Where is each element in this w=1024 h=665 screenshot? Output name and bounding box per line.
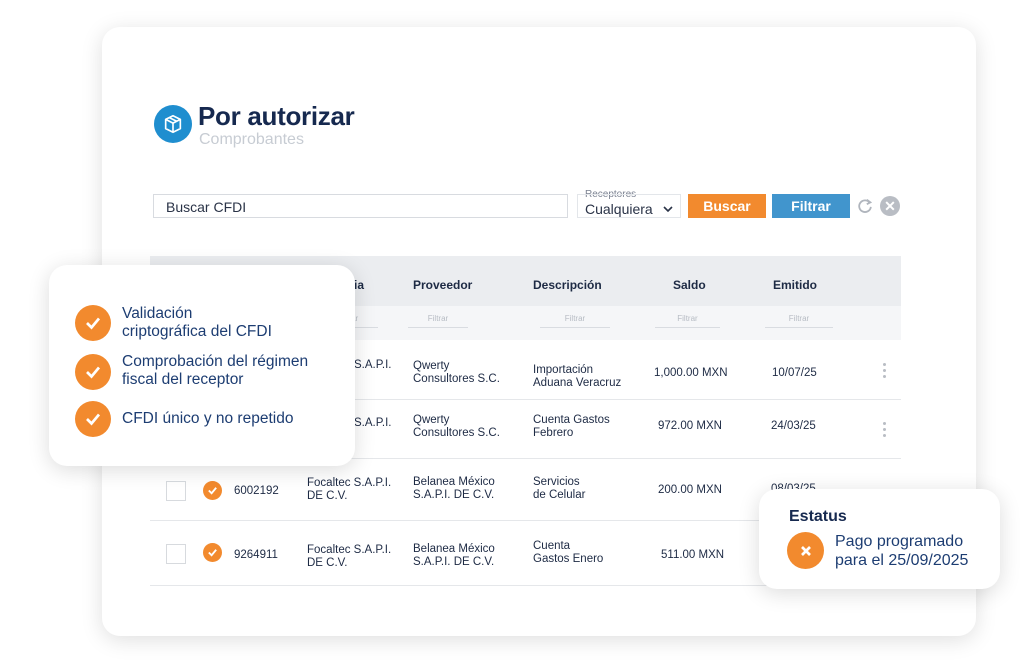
refresh-icon[interactable]: [856, 197, 874, 215]
row-descripcion: Importación Aduana Veracruz: [533, 364, 622, 389]
more-options-icon[interactable]: [883, 422, 887, 440]
check-icon: [75, 401, 111, 437]
validation-item: Comprobación del régimen fiscal del recep…: [122, 353, 309, 388]
column-header-descripcion[interactable]: Descripción: [533, 278, 602, 292]
row-checkbox[interactable]: [166, 544, 186, 564]
filtrar-button[interactable]: Filtrar: [772, 194, 850, 218]
column-header-saldo[interactable]: Saldo: [673, 278, 706, 292]
row-emitido: 24/03/25: [771, 420, 816, 432]
row-saldo: 972.00 MXN: [658, 420, 722, 432]
clear-icon[interactable]: ✕: [880, 196, 900, 216]
row-emisor: Focaltec S.A.P.I. DE C.V.: [307, 477, 392, 502]
status-text: Pago programado para el 25/09/2025: [835, 533, 969, 569]
row-emitido: 10/07/25: [772, 367, 817, 379]
page-title: Por autorizar: [198, 101, 355, 131]
chevron-down-icon: [663, 206, 673, 213]
validation-item: CFDI único y no repetido: [122, 410, 294, 427]
row-proveedor: Belanea México S.A.P.I. DE C.V.: [413, 476, 495, 501]
row-proveedor: Qwerty Consultores S.C.: [413, 414, 500, 439]
row-checkbox[interactable]: [166, 481, 186, 501]
check-icon: [203, 543, 222, 562]
row-emisor: S.A.P.I.: [354, 417, 392, 429]
row-emisor: Focaltec S.A.P.I. DE C.V.: [307, 544, 392, 569]
receptores-select[interactable]: Cualquiera: [577, 194, 681, 218]
row-descripcion: Cuenta Gastos Febrero: [533, 414, 610, 439]
filter-input[interactable]: Filtrar: [408, 314, 468, 328]
row-descripcion: Servicios de Celular: [533, 476, 586, 501]
row-saldo: 1,000.00 MXN: [654, 367, 728, 379]
row-proveedor: Qwerty Consultores S.C.: [413, 360, 500, 385]
filter-input[interactable]: Filtrar: [655, 314, 720, 328]
row-saldo: 200.00 MXN: [658, 484, 722, 496]
more-options-icon[interactable]: [883, 363, 887, 381]
check-icon: [203, 481, 222, 500]
box-icon: [154, 105, 192, 143]
row-id: 6002192: [234, 485, 279, 497]
buscar-button[interactable]: Buscar: [688, 194, 766, 218]
check-icon: [75, 305, 111, 341]
status-title: Estatus: [789, 508, 847, 525]
filter-input[interactable]: Filtrar: [540, 314, 610, 328]
row-saldo: 511.00 MXN: [661, 549, 725, 561]
column-header-proveedor[interactable]: Proveedor: [413, 278, 472, 292]
search-input[interactable]: Buscar CFDI: [153, 194, 568, 218]
row-id: 9264911: [234, 549, 278, 561]
row-proveedor: Belanea México S.A.P.I. DE C.V.: [413, 543, 495, 568]
filter-input[interactable]: Filtrar: [765, 314, 833, 328]
column-header-emisor[interactable]: ia: [354, 278, 364, 292]
check-icon: [75, 354, 111, 390]
row-emisor: S.A.P.I.: [354, 359, 392, 371]
row-descripcion: Cuenta Gastos Enero: [533, 540, 604, 565]
validation-item: Validación criptográfica del CFDI: [122, 305, 272, 340]
column-header-emitido[interactable]: Emitido: [773, 278, 817, 292]
page-subtitle: Comprobantes: [199, 131, 304, 148]
close-icon: [787, 532, 824, 569]
receptores-selected: Cualquiera: [585, 201, 653, 217]
